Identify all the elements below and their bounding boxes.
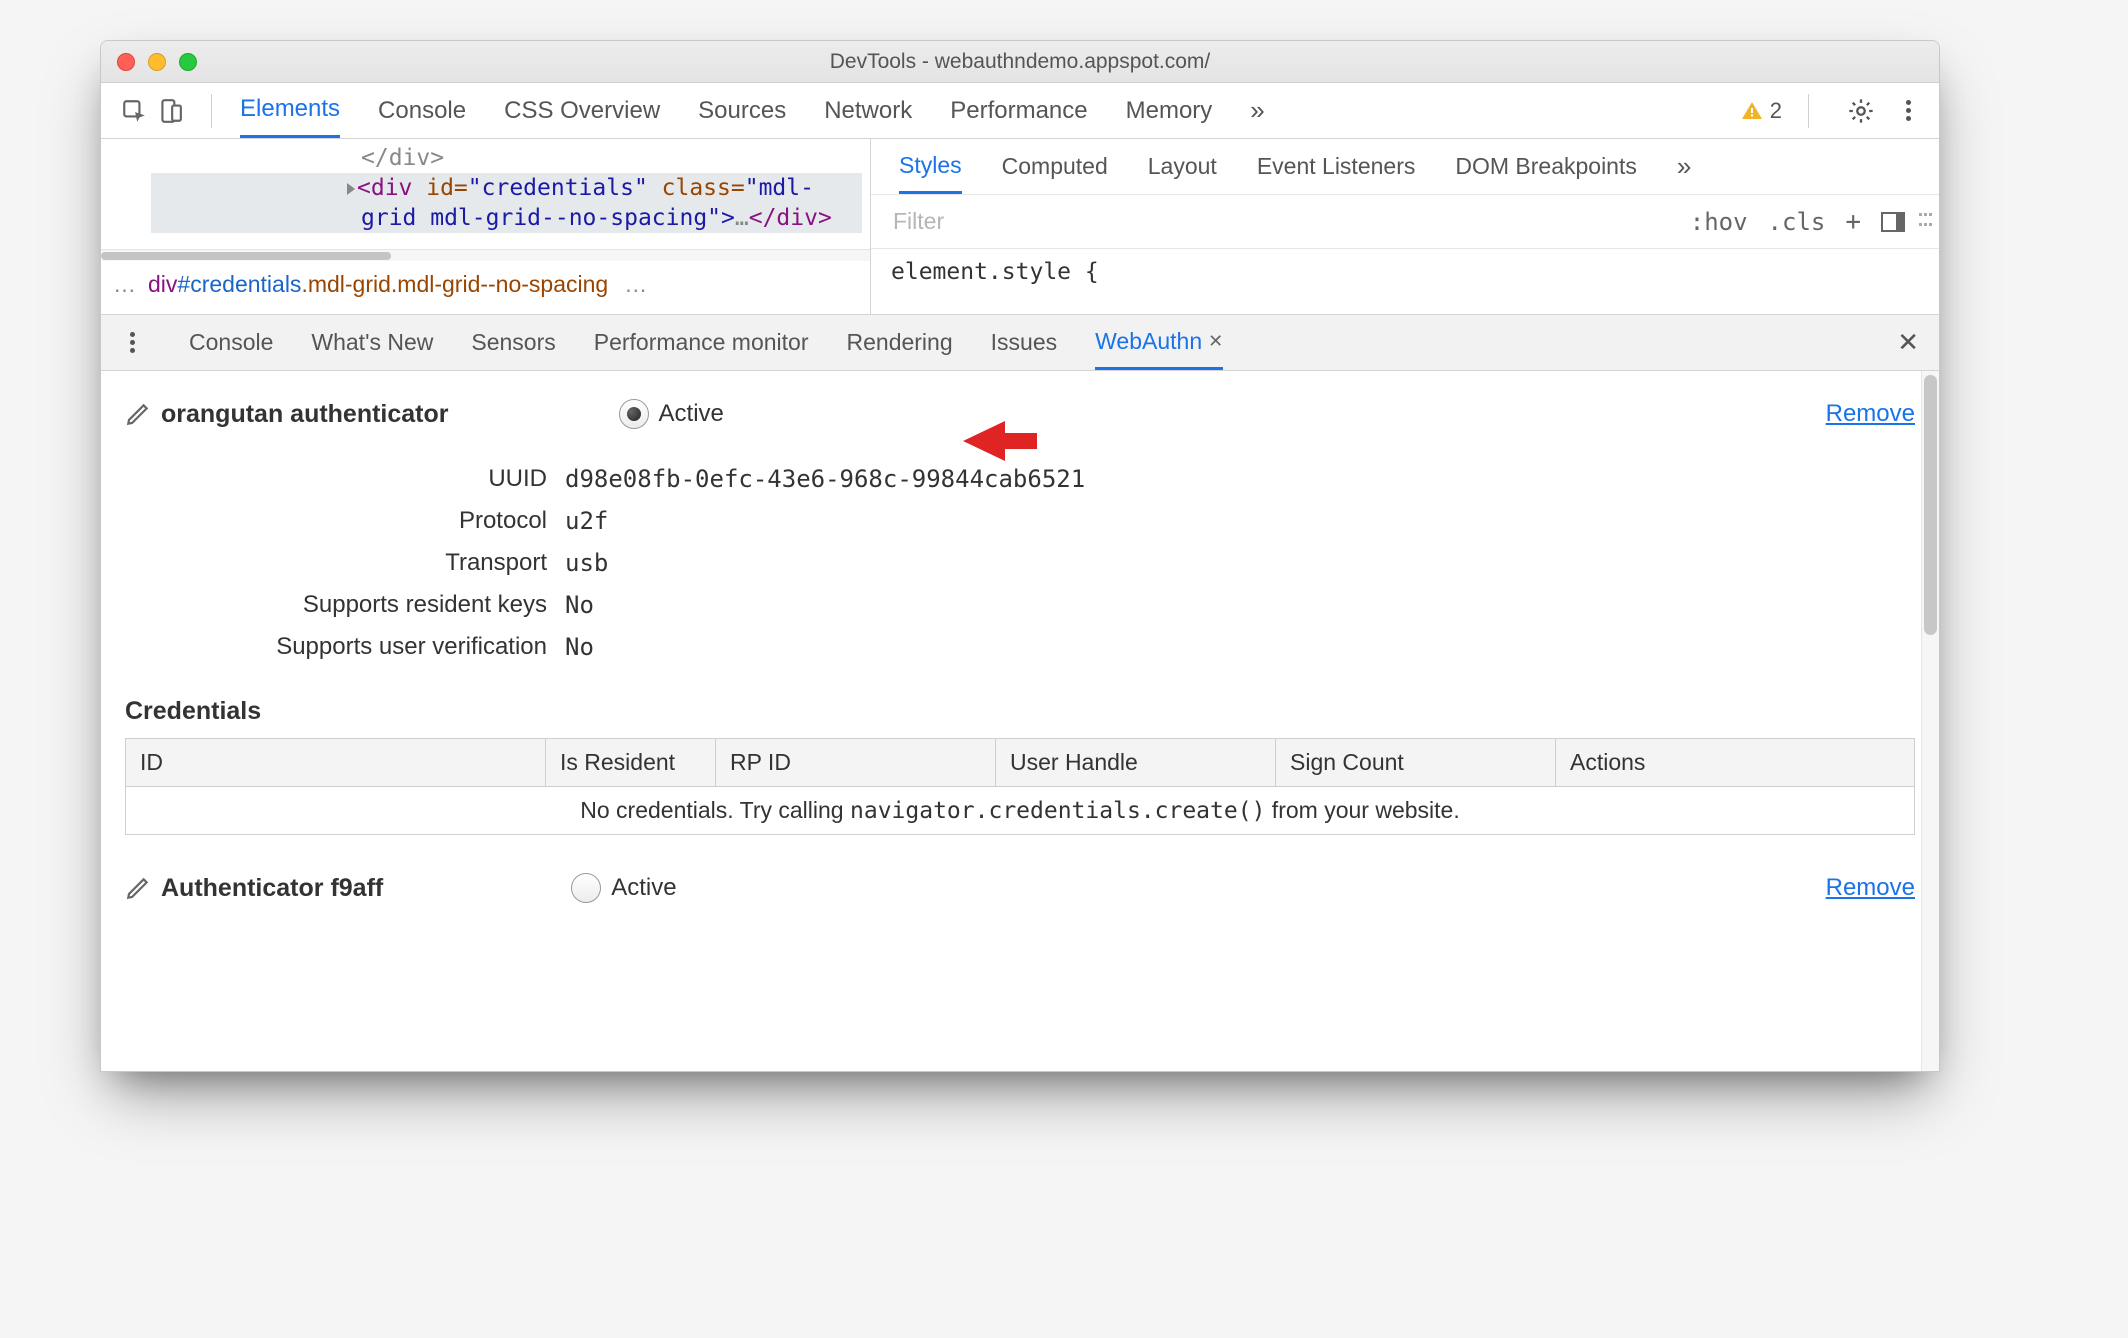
edit-name-icon[interactable] xyxy=(125,401,151,427)
close-drawer-icon[interactable]: ✕ xyxy=(1897,327,1929,358)
main-tabs: Elements Console CSS Overview Sources Ne… xyxy=(240,83,1265,138)
styles-tab-computed[interactable]: Computed xyxy=(1002,139,1108,194)
resize-handle-icon[interactable] xyxy=(1919,213,1929,231)
computed-styles-toggle-icon[interactable] xyxy=(1881,212,1905,232)
drawer-tab-whats-new[interactable]: What's New xyxy=(311,315,433,370)
active-radio[interactable]: Active xyxy=(619,399,724,429)
cls-toggle[interactable]: .cls xyxy=(1768,208,1826,236)
remove-authenticator-link[interactable]: Remove xyxy=(1826,400,1915,428)
verification-value: No xyxy=(565,633,1915,661)
uuid-value: d98e08fb-0efc-43e6-968c-99844cab6521 xyxy=(565,465,1915,493)
protocol-value: u2f xyxy=(565,507,1915,535)
col-id[interactable]: ID xyxy=(126,739,546,787)
element-style-block[interactable]: element.style { xyxy=(871,249,1939,295)
uuid-label: UUID xyxy=(125,465,565,493)
styles-tab-layout[interactable]: Layout xyxy=(1148,139,1217,194)
tab-network[interactable]: Network xyxy=(824,83,912,138)
protocol-label: Protocol xyxy=(125,507,565,535)
tab-performance[interactable]: Performance xyxy=(950,83,1087,138)
styles-filter-input[interactable] xyxy=(891,207,1690,236)
styles-tabs: Styles Computed Layout Event Listeners D… xyxy=(871,139,1939,195)
new-style-rule-icon[interactable]: + xyxy=(1845,207,1861,237)
warning-count-value: 2 xyxy=(1770,98,1782,124)
tab-css-overview[interactable]: CSS Overview xyxy=(504,83,660,138)
more-options-icon[interactable] xyxy=(1897,97,1919,125)
drawer-tab-performance-monitor[interactable]: Performance monitor xyxy=(594,315,809,370)
drawer-more-icon[interactable] xyxy=(121,329,143,357)
styles-tab-dom-breakpoints[interactable]: DOM Breakpoints xyxy=(1455,139,1637,194)
more-tabs-chevron-icon[interactable]: » xyxy=(1250,95,1264,126)
horizontal-scrollbar[interactable] xyxy=(101,249,870,261)
styles-tab-styles[interactable]: Styles xyxy=(899,139,962,194)
window-titlebar: DevTools - webauthndemo.appspot.com/ xyxy=(101,41,1939,83)
col-sign-count[interactable]: Sign Count xyxy=(1276,739,1556,787)
elements-dom-tree[interactable]: </div> <div id="credentials" class="mdl-… xyxy=(101,139,871,314)
credentials-table: ID Is Resident RP ID User Handle Sign Co… xyxy=(125,738,1915,835)
close-tab-icon[interactable]: ✕ xyxy=(1208,331,1223,352)
device-toolbar-icon[interactable] xyxy=(157,98,183,124)
dom-line-close: </div> xyxy=(361,145,444,171)
verification-label: Supports user verification xyxy=(125,633,565,661)
active-radio[interactable]: Active xyxy=(571,873,676,903)
authenticator-row-1: orangutan authenticator Active Remove xyxy=(125,391,1915,445)
drawer-tab-issues[interactable]: Issues xyxy=(991,315,1057,370)
styles-tab-event-listeners[interactable]: Event Listeners xyxy=(1257,139,1416,194)
drawer-tab-console[interactable]: Console xyxy=(189,315,273,370)
more-styles-tabs-icon[interactable]: » xyxy=(1677,151,1691,182)
tab-elements[interactable]: Elements xyxy=(240,83,340,138)
edit-name-icon[interactable] xyxy=(125,875,151,901)
vertical-scrollbar[interactable] xyxy=(1921,371,1939,1071)
authenticator-row-2: Authenticator f9aff Active Remove xyxy=(125,865,1915,919)
authenticator-name: Authenticator f9aff xyxy=(161,874,383,903)
drawer-tab-sensors[interactable]: Sensors xyxy=(471,315,555,370)
credentials-heading: Credentials xyxy=(125,697,1915,726)
col-user-handle[interactable]: User Handle xyxy=(996,739,1276,787)
authenticator-name: orangutan authenticator xyxy=(161,400,449,429)
settings-gear-icon[interactable] xyxy=(1847,97,1875,125)
col-rp-id[interactable]: RP ID xyxy=(716,739,996,787)
main-toolbar: Elements Console CSS Overview Sources Ne… xyxy=(101,83,1939,139)
drawer-tab-webauthn[interactable]: WebAuthn✕ xyxy=(1095,315,1223,370)
inspect-element-icon[interactable] xyxy=(121,98,147,124)
transport-value: usb xyxy=(565,549,1915,577)
authenticator-details: UUID d98e08fb-0efc-43e6-968c-99844cab652… xyxy=(125,445,1915,691)
drawer-tabs: Console What's New Sensors Performance m… xyxy=(101,315,1939,371)
breadcrumb[interactable]: … div#credentials.mdl-grid.mdl-grid--no-… xyxy=(101,257,870,311)
tab-console[interactable]: Console xyxy=(378,83,466,138)
drawer-tab-rendering[interactable]: Rendering xyxy=(847,315,953,370)
window-title: DevTools - webauthndemo.appspot.com/ xyxy=(101,50,1939,74)
annotation-arrow-icon xyxy=(955,409,1045,479)
col-is-resident[interactable]: Is Resident xyxy=(546,739,716,787)
tab-sources[interactable]: Sources xyxy=(698,83,786,138)
col-actions[interactable]: Actions xyxy=(1556,739,1915,787)
remove-authenticator-link[interactable]: Remove xyxy=(1826,874,1915,902)
credentials-empty-row: No credentials. Try calling navigator.cr… xyxy=(126,787,1915,835)
hov-toggle[interactable]: :hov xyxy=(1690,208,1748,236)
resident-label: Supports resident keys xyxy=(125,591,565,619)
webauthn-panel: orangutan authenticator Active Remove UU… xyxy=(101,371,1939,1071)
resident-value: No xyxy=(565,591,1915,619)
warning-count[interactable]: 2 xyxy=(1740,98,1782,124)
tab-memory[interactable]: Memory xyxy=(1126,83,1213,138)
transport-label: Transport xyxy=(125,549,565,577)
